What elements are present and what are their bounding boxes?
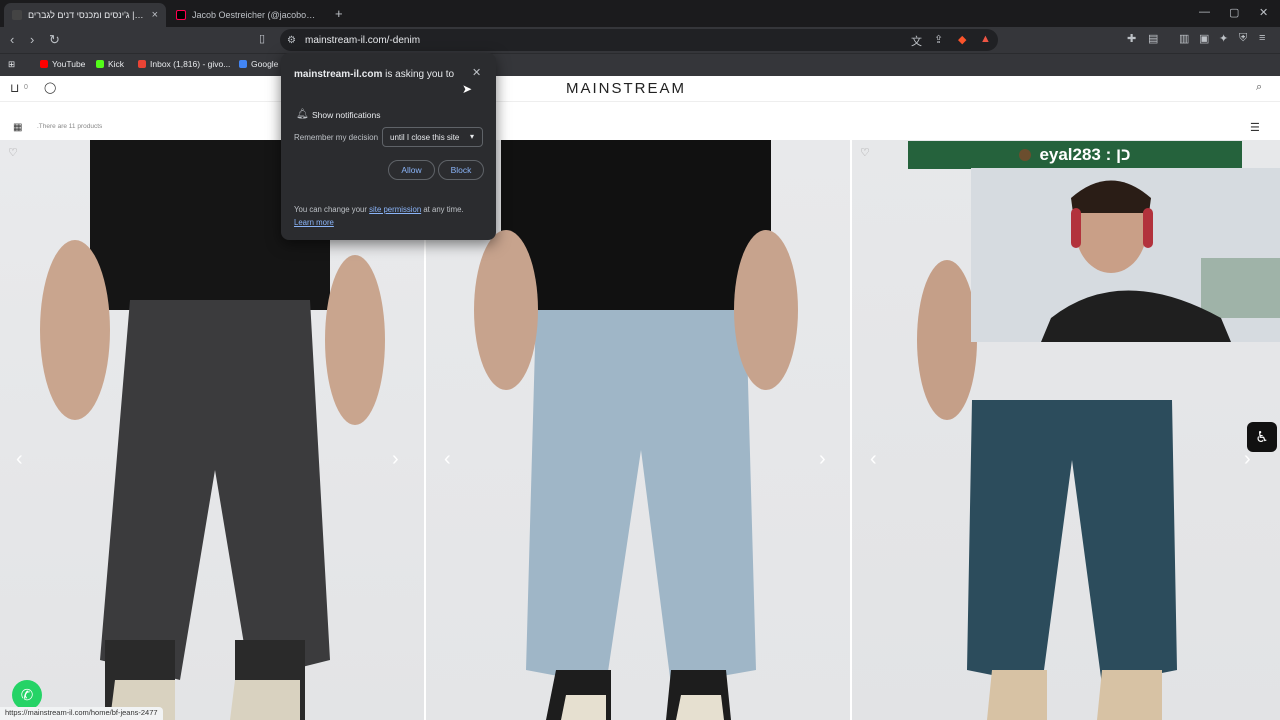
youtube-icon (40, 60, 48, 68)
leo-icon[interactable]: ✦ (1219, 32, 1228, 45)
url-text: mainstream-il.com/-denim (305, 34, 421, 46)
footer-text: at any time. (423, 205, 464, 214)
mouse-cursor-icon: ➤ (462, 82, 473, 96)
bookmark-inbox[interactable]: Inbox (1,816) - givo... (138, 59, 230, 69)
mainstream-favicon-icon (12, 10, 22, 20)
back-icon[interactable]: ‹ (10, 32, 14, 47)
cart-count: 0 (24, 84, 28, 91)
vpn-icon[interactable]: ⛨ (1239, 32, 1247, 45)
wishlist-heart-icon[interactable]: ♡ (8, 146, 18, 159)
product-count: .There are 11 products (37, 123, 103, 130)
browser-toolbar: ‹ › ↻ ▯ ⚙ mainstream-il.com/-denim 文 ⇪ ◆… (0, 27, 1280, 53)
filter-bar: ▦ .There are 11 products ☰ (0, 116, 1280, 140)
allow-button[interactable]: Allow (388, 160, 435, 180)
google-icon (239, 60, 247, 68)
bookmark-kick[interactable]: Kick (96, 59, 124, 69)
prev-image-icon[interactable]: ‹ (16, 448, 23, 471)
tiktok-favicon-icon (176, 10, 186, 20)
tab-tiktok[interactable]: Jacob Oestreicher (@jacoboestreiche... (168, 3, 328, 27)
next-image-icon[interactable]: › (392, 448, 399, 471)
chevron-down-icon: ▾ (469, 132, 474, 141)
block-button[interactable]: Block (438, 160, 484, 180)
brave-shield-icon[interactable]: ◆ (958, 33, 966, 46)
translate-icon[interactable]: 文 (911, 33, 922, 49)
permission-label: Show notifications (312, 110, 381, 120)
dialog-site-name: mainstream-il.com (294, 69, 383, 80)
bookmark-label: Google (251, 59, 279, 69)
webcam-image (971, 168, 1280, 342)
footer-text: You can change your (294, 205, 367, 214)
status-bar: https://mainstream-il.com/home/bf-jeans-… (0, 707, 163, 720)
prev-image-icon[interactable]: ‹ (444, 448, 451, 471)
bookmarks-bar: ⊞ YouTube Kick Inbox (1,816) - givo... G… (0, 53, 1280, 76)
address-bar[interactable]: ⚙ mainstream-il.com/-denim 文 ⇪ ◆ ▲ (280, 29, 998, 51)
cart-icon[interactable]: ⊔ (10, 81, 19, 95)
search-icon[interactable]: ⌕ (1256, 81, 1262, 94)
tab-strip: ג'ינסים ומכנסי דנים לגברים | eam × Jacob… (0, 0, 1280, 27)
webcam-overlay (971, 168, 1280, 342)
bookmark-label: Inbox (1,816) - givo... (150, 59, 231, 69)
forward-icon[interactable]: › (30, 32, 34, 47)
filter-icon[interactable]: ☰ (1250, 121, 1260, 134)
bookmark-youtube[interactable]: YouTube (40, 59, 85, 69)
chat-user-icon (1019, 149, 1032, 161)
remember-select[interactable]: until I close this site ▾ (382, 127, 483, 147)
bookmark-label: Kick (108, 59, 125, 69)
menu-icon[interactable]: ≡ (1259, 32, 1265, 44)
prev-image-icon[interactable]: ‹ (870, 448, 877, 471)
dialog-title: mainstream-il.com is asking you to (294, 67, 464, 83)
grid-view-icon[interactable]: ▦ (13, 122, 22, 133)
rewards-icon[interactable]: ▲ (980, 33, 991, 45)
close-tab-icon[interactable]: × (152, 9, 158, 21)
bookmark-icon[interactable]: ▯ (259, 32, 265, 45)
stream-chat-overlay: eyal283 : כן (908, 141, 1242, 169)
account-icon[interactable]: ◯ (44, 81, 56, 94)
close-window-icon[interactable]: ✕ (1259, 6, 1268, 19)
apps-icon[interactable]: ⊞ (8, 59, 15, 70)
wishlist-heart-icon[interactable]: ♡ (860, 146, 870, 159)
learn-more-link[interactable]: Learn more (294, 218, 334, 227)
site-header: ⊔ 0 ◯ MAINSTREAM ⌕ (0, 76, 1280, 102)
sidebar-icon[interactable]: ▥ (1179, 32, 1189, 45)
site-info-icon[interactable]: ⚙ (287, 35, 296, 46)
wallet-icon[interactable]: ▣ (1199, 32, 1209, 45)
bookmark-google[interactable]: Google (239, 59, 278, 69)
site-permission-link[interactable]: site permission (369, 205, 421, 214)
new-tab-icon[interactable]: + (335, 6, 343, 21)
next-image-icon[interactable]: › (819, 448, 826, 471)
dialog-asking-text: is asking you to (385, 69, 455, 80)
close-icon[interactable]: ✕ (472, 66, 481, 79)
tab-title: ג'ינסים ומכנסי דנים לגברים | eam (28, 10, 146, 20)
browser-chrome: ג'ינסים ומכנסי דנים לגברים | eam × Jacob… (0, 0, 1280, 76)
accessibility-icon[interactable]: ♿︎ (1247, 422, 1277, 452)
tab-title: Jacob Oestreicher (@jacoboestreiche... (192, 10, 320, 20)
site-logo[interactable]: MAINSTREAM (566, 80, 686, 97)
whatsapp-icon[interactable]: ✆ (12, 680, 42, 710)
dialog-footer: You can change your site permission at a… (294, 203, 484, 229)
bell-icon: 🔔︎ (296, 109, 309, 120)
remember-label: Remember my decision (294, 133, 379, 142)
share-icon[interactable]: ⇪ (934, 33, 943, 46)
reload-icon[interactable]: ↻ (49, 32, 60, 48)
kick-icon (96, 60, 104, 68)
extensions-icon[interactable]: ✚ (1127, 32, 1136, 45)
tab-mainstream[interactable]: ג'ינסים ומכנסי דנים לגברים | eam × (4, 3, 166, 27)
gmail-icon (138, 60, 146, 68)
tab-search-icon[interactable]: ▤ (1148, 32, 1158, 45)
bookmark-label: YouTube (52, 59, 86, 69)
minimize-icon[interactable]: — (1199, 6, 1210, 18)
restore-icon[interactable]: ▢ (1229, 6, 1239, 19)
chat-message: eyal283 : כן (1039, 145, 1131, 164)
remember-value: until I close this site (390, 133, 460, 142)
